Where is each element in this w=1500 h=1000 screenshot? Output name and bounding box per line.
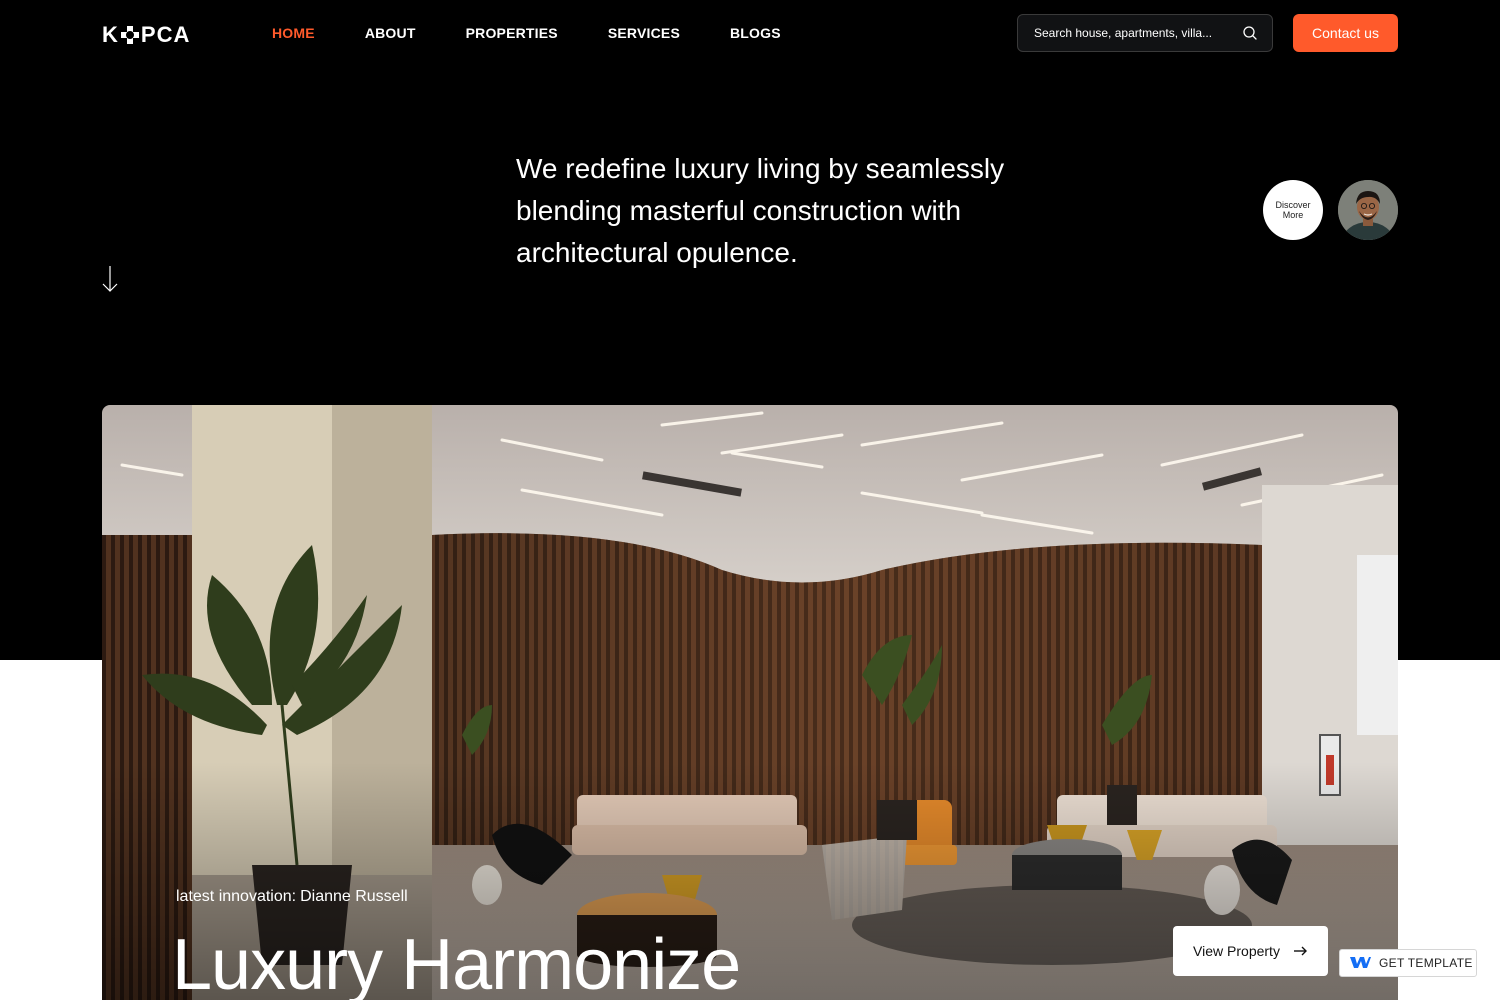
logo[interactable]: K PCA (102, 22, 190, 48)
innovation-prefix: latest innovation: (176, 888, 297, 905)
main-nav: HOME ABOUT PROPERTIES SERVICES BLOGS (272, 24, 831, 42)
innovation-name: Dianne Russell (300, 888, 408, 905)
logo-text-end: PCA (140, 22, 191, 47)
search-icon[interactable] (1242, 25, 1258, 41)
nav-properties[interactable]: PROPERTIES (466, 24, 558, 42)
arrow-down-icon[interactable] (100, 264, 120, 294)
nav-home[interactable]: HOME (272, 24, 315, 42)
nav-about[interactable]: ABOUT (365, 24, 416, 42)
view-property-label: View Property (1193, 943, 1280, 959)
search-box (1017, 14, 1273, 52)
discover-more-button[interactable]: Discover More (1263, 180, 1323, 240)
innovation-caption: latest innovation: Dianne Russell (172, 888, 408, 906)
get-template-label: GET TEMPLATE (1379, 956, 1473, 970)
arrow-right-icon (1293, 943, 1308, 959)
avatar (1338, 180, 1398, 240)
nav-blogs[interactable]: BLOGS (730, 24, 781, 42)
nav-services[interactable]: SERVICES (608, 24, 680, 42)
feature-image (102, 405, 1398, 1000)
hero-tagline: We redefine luxury living by seamlessly … (516, 153, 1005, 268)
webflow-icon (1349, 955, 1371, 972)
feature-title: Luxury Harmonize (172, 925, 741, 1000)
contact-button[interactable]: Contact us (1293, 14, 1398, 52)
search-input[interactable] (1034, 26, 1242, 40)
get-template-badge[interactable]: GET TEMPLATE (1339, 949, 1477, 977)
logo-text-start: K (102, 22, 119, 47)
logo-mark-icon (120, 26, 139, 44)
view-property-button[interactable]: View Property (1173, 926, 1328, 976)
